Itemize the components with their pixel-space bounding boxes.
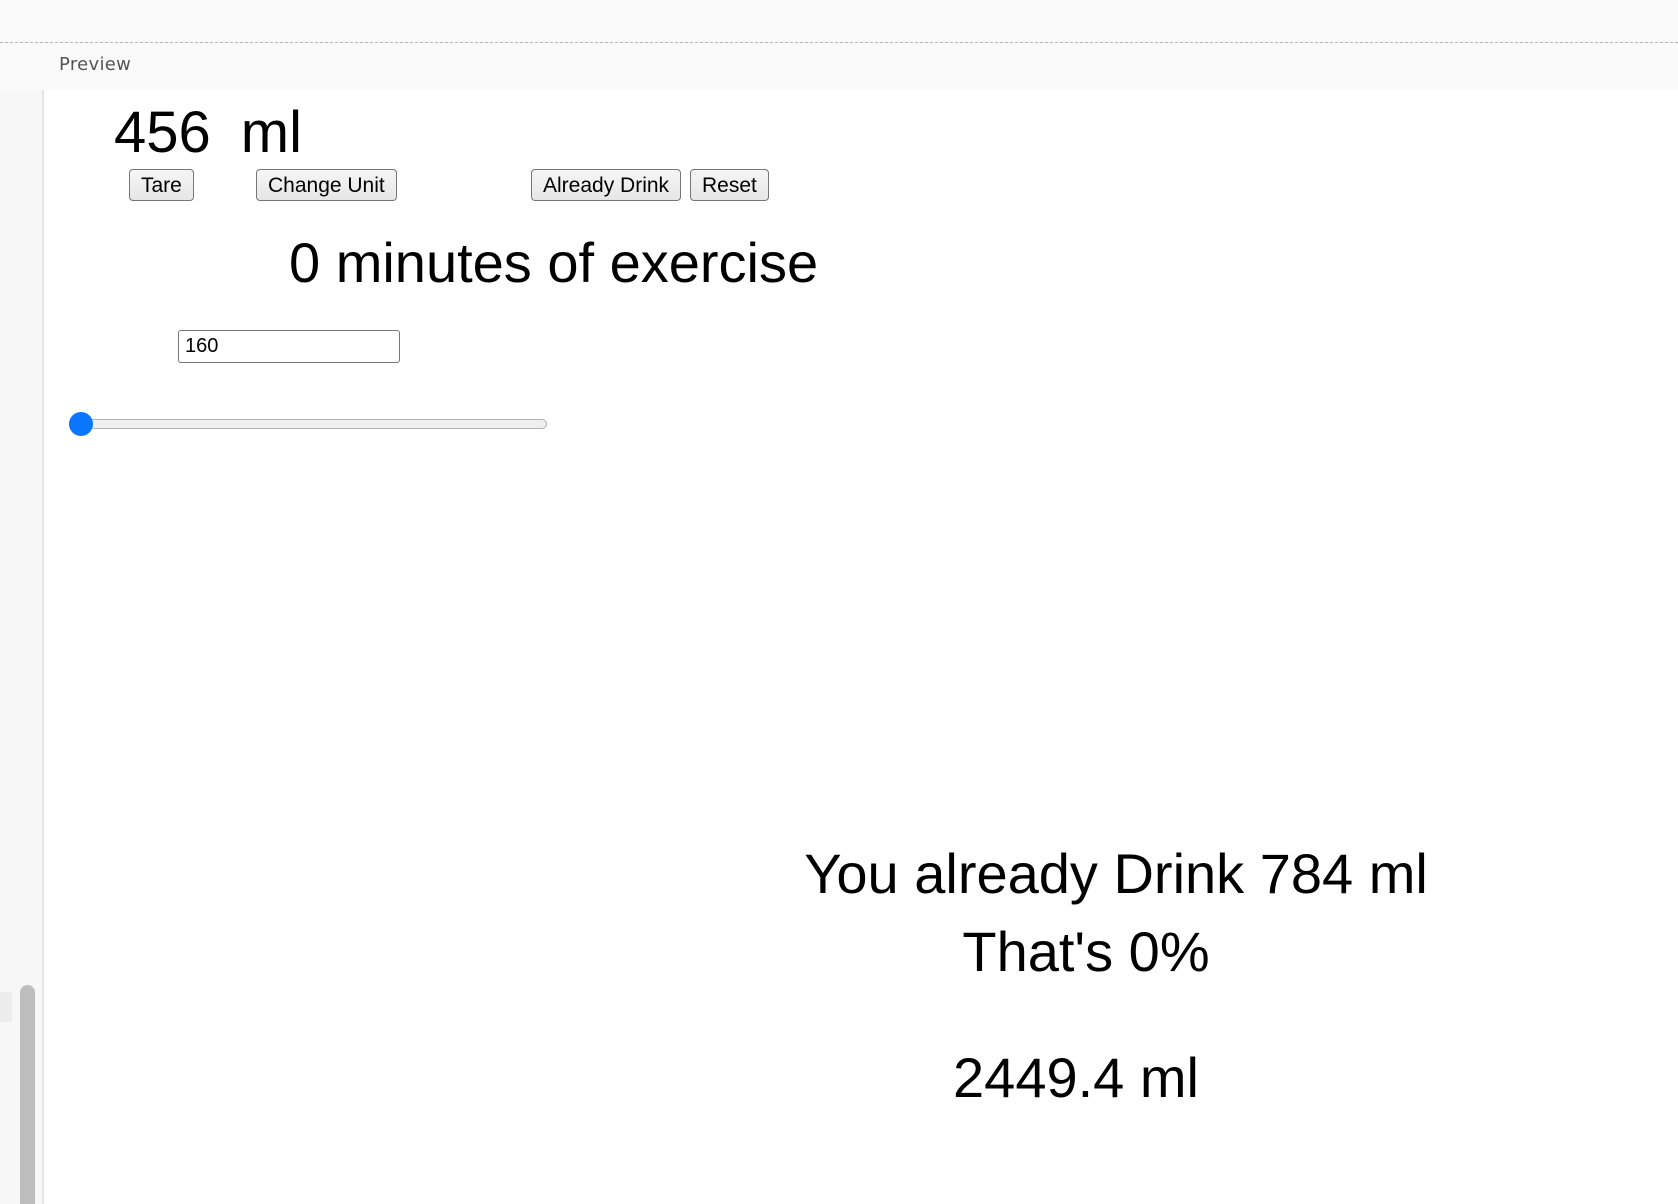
editor-top-bar — [0, 0, 1678, 43]
result-panel: You already Drink 784 ml That's 0% 2449.… — [796, 835, 1436, 1117]
reset-button[interactable]: Reset — [690, 169, 769, 201]
preview-area: 456 ml Tare Change Unit Already Drink Res… — [44, 90, 1678, 1204]
gutter-marker — [0, 992, 12, 1022]
preview-label: Preview — [59, 54, 132, 75]
tare-button[interactable]: Tare — [129, 169, 194, 201]
exercise-slider[interactable] — [69, 412, 547, 436]
weight-value: 456 — [114, 100, 211, 165]
change-unit-button[interactable]: Change Unit — [256, 169, 397, 201]
already-drink-button[interactable]: Already Drink — [531, 169, 682, 201]
slider-track — [75, 419, 547, 429]
goal-amount-text: 2449.4 ml — [953, 1046, 1199, 1109]
preview-header: Preview — [0, 44, 1678, 90]
percent-text: That's 0% — [962, 920, 1210, 983]
already-drank-text: You already Drink 784 ml — [804, 842, 1428, 905]
vertical-scrollbar-thumb[interactable] — [20, 985, 35, 1204]
body-weight-input[interactable] — [178, 330, 400, 363]
weight-display: 456 ml — [114, 100, 302, 166]
weight-unit: ml — [240, 100, 302, 165]
exercise-minutes-text: 0 minutes of exercise — [289, 231, 819, 294]
slider-thumb[interactable] — [69, 412, 93, 436]
